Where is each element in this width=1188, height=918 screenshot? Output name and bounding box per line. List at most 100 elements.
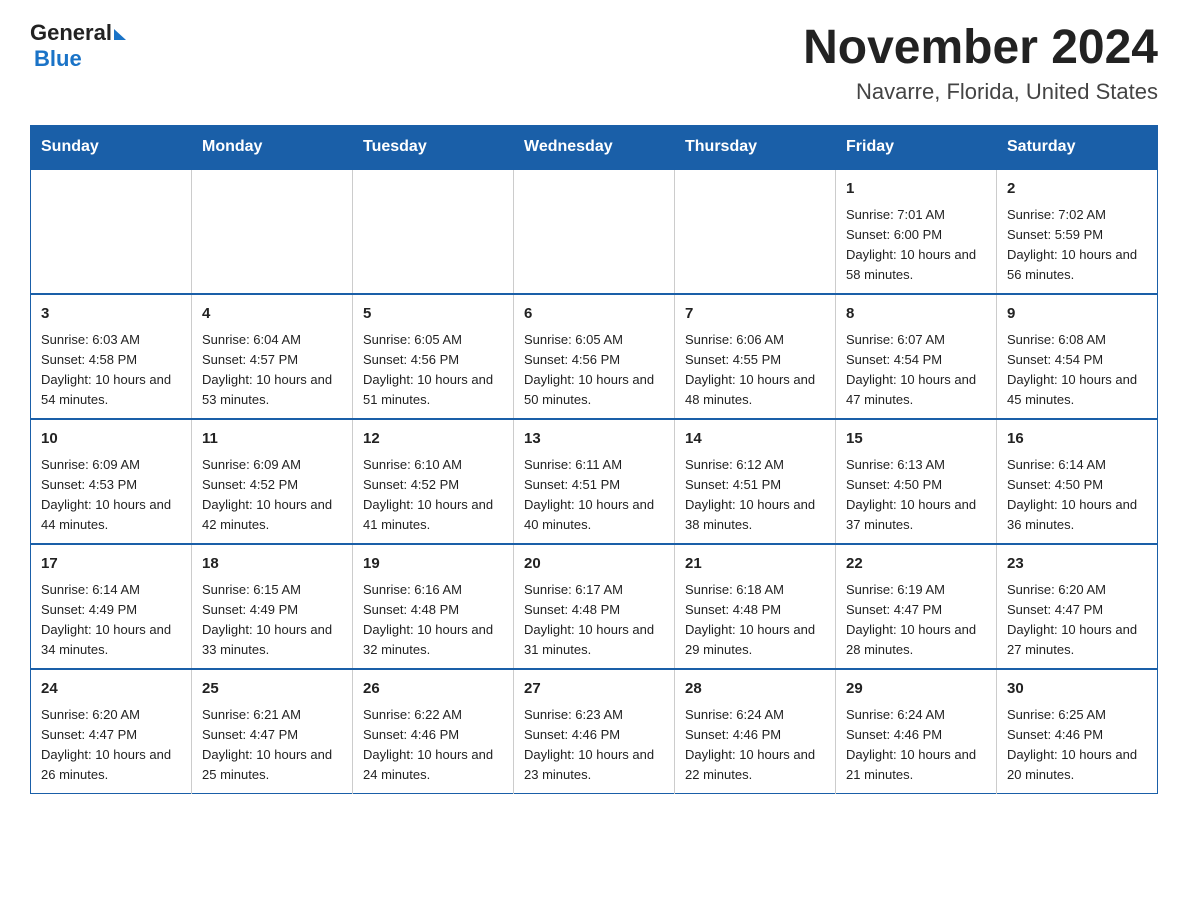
day-info: Sunrise: 6:04 AMSunset: 4:57 PMDaylight:… [202, 330, 342, 411]
calendar-cell: 10 Sunrise: 6:09 AMSunset: 4:53 PMDayligh… [31, 419, 192, 544]
day-number: 22 [846, 553, 986, 576]
calendar-cell: 26 Sunrise: 6:22 AMSunset: 4:46 PMDayligh… [353, 669, 514, 794]
day-info: Sunrise: 6:08 AMSunset: 4:54 PMDaylight:… [1007, 330, 1147, 411]
calendar-cell: 14Sunrise: 6:12 AMSunset: 4:51 PMDayligh… [675, 419, 836, 544]
calendar-cell: 24 Sunrise: 6:20 AMSunset: 4:47 PMDayligh… [31, 669, 192, 794]
header-tuesday: Tuesday [353, 126, 514, 170]
day-number: 16 [1007, 428, 1147, 451]
calendar-week-4: 17Sunrise: 6:14 AMSunset: 4:49 PMDayligh… [31, 544, 1158, 669]
calendar-cell: 6Sunrise: 6:05 AMSunset: 4:56 PMDaylight… [514, 294, 675, 419]
day-info: Sunrise: 6:14 AMSunset: 4:50 PMDaylight:… [1007, 455, 1147, 536]
day-number: 1 [846, 178, 986, 201]
calendar-cell: 20 Sunrise: 6:17 AMSunset: 4:48 PMDayligh… [514, 544, 675, 669]
day-number: 25 [202, 678, 342, 701]
day-info: Sunrise: 6:24 AMSunset: 4:46 PMDaylight:… [685, 705, 825, 786]
day-info: Sunrise: 6:16 AMSunset: 4:48 PMDaylight:… [363, 580, 503, 661]
day-info: Sunrise: 6:11 AMSunset: 4:51 PMDaylight:… [524, 455, 664, 536]
day-info: Sunrise: 6:10 AMSunset: 4:52 PMDaylight:… [363, 455, 503, 536]
header-wednesday: Wednesday [514, 126, 675, 170]
day-number: 27 [524, 678, 664, 701]
day-number: 18 [202, 553, 342, 576]
day-number: 11 [202, 428, 342, 451]
calendar-cell: 12 Sunrise: 6:10 AMSunset: 4:52 PMDayligh… [353, 419, 514, 544]
day-number: 20 [524, 553, 664, 576]
day-number: 15 [846, 428, 986, 451]
logo: General Blue [30, 20, 126, 72]
calendar-cell: 2 Sunrise: 7:02 AMSunset: 5:59 PMDaylight… [997, 169, 1158, 294]
day-info: Sunrise: 6:22 AMSunset: 4:46 PMDaylight:… [363, 705, 503, 786]
day-number: 12 [363, 428, 503, 451]
calendar-cell [675, 169, 836, 294]
day-number: 10 [41, 428, 181, 451]
day-info: Sunrise: 6:09 AMSunset: 4:53 PMDaylight:… [41, 455, 181, 536]
calendar-week-3: 10 Sunrise: 6:09 AMSunset: 4:53 PMDayligh… [31, 419, 1158, 544]
day-info: Sunrise: 6:05 AMSunset: 4:56 PMDaylight:… [363, 330, 503, 411]
day-number: 9 [1007, 303, 1147, 326]
day-info: Sunrise: 6:05 AMSunset: 4:56 PMDaylight:… [524, 330, 664, 411]
calendar-cell [514, 169, 675, 294]
day-number: 24 [41, 678, 181, 701]
day-info: Sunrise: 6:17 AMSunset: 4:48 PMDaylight:… [524, 580, 664, 661]
calendar-cell [31, 169, 192, 294]
day-info: Sunrise: 7:02 AMSunset: 5:59 PMDaylight:… [1007, 205, 1147, 286]
logo-blue-text: Blue [34, 46, 82, 71]
calendar-cell: 16 Sunrise: 6:14 AMSunset: 4:50 PMDayligh… [997, 419, 1158, 544]
header-thursday: Thursday [675, 126, 836, 170]
day-info: Sunrise: 6:14 AMSunset: 4:49 PMDaylight:… [41, 580, 181, 661]
day-number: 19 [363, 553, 503, 576]
calendar-cell: 29Sunrise: 6:24 AMSunset: 4:46 PMDayligh… [836, 669, 997, 794]
calendar-cell: 23 Sunrise: 6:20 AMSunset: 4:47 PMDayligh… [997, 544, 1158, 669]
calendar-cell: 30 Sunrise: 6:25 AMSunset: 4:46 PMDayligh… [997, 669, 1158, 794]
day-number: 4 [202, 303, 342, 326]
calendar-cell: 21Sunrise: 6:18 AMSunset: 4:48 PMDayligh… [675, 544, 836, 669]
calendar-cell: 3 Sunrise: 6:03 AMSunset: 4:58 PMDaylight… [31, 294, 192, 419]
calendar-cell: 11 Sunrise: 6:09 AMSunset: 4:52 PMDayligh… [192, 419, 353, 544]
header-friday: Friday [836, 126, 997, 170]
day-number: 8 [846, 303, 986, 326]
day-number: 5 [363, 303, 503, 326]
day-number: 7 [685, 303, 825, 326]
day-info: Sunrise: 6:07 AMSunset: 4:54 PMDaylight:… [846, 330, 986, 411]
day-info: Sunrise: 6:25 AMSunset: 4:46 PMDaylight:… [1007, 705, 1147, 786]
calendar-cell: 18 Sunrise: 6:15 AMSunset: 4:49 PMDayligh… [192, 544, 353, 669]
day-number: 21 [685, 553, 825, 576]
day-info: Sunrise: 6:12 AMSunset: 4:51 PMDaylight:… [685, 455, 825, 536]
calendar-cell: 13 Sunrise: 6:11 AMSunset: 4:51 PMDayligh… [514, 419, 675, 544]
day-info: Sunrise: 7:01 AMSunset: 6:00 PMDaylight:… [846, 205, 986, 286]
day-number: 23 [1007, 553, 1147, 576]
day-info: Sunrise: 6:19 AMSunset: 4:47 PMDaylight:… [846, 580, 986, 661]
day-info: Sunrise: 6:15 AMSunset: 4:49 PMDaylight:… [202, 580, 342, 661]
calendar-week-5: 24 Sunrise: 6:20 AMSunset: 4:47 PMDayligh… [31, 669, 1158, 794]
day-number: 13 [524, 428, 664, 451]
day-info: Sunrise: 6:20 AMSunset: 4:47 PMDaylight:… [1007, 580, 1147, 661]
day-number: 26 [363, 678, 503, 701]
calendar-cell: 4 Sunrise: 6:04 AMSunset: 4:57 PMDaylight… [192, 294, 353, 419]
calendar-cell: 9 Sunrise: 6:08 AMSunset: 4:54 PMDaylight… [997, 294, 1158, 419]
day-number: 2 [1007, 178, 1147, 201]
calendar-cell [353, 169, 514, 294]
calendar-table: Sunday Monday Tuesday Wednesday Thursday… [30, 125, 1158, 794]
title-block: November 2024 Navarre, Florida, United S… [803, 20, 1158, 105]
calendar-cell [192, 169, 353, 294]
calendar-cell: 8 Sunrise: 6:07 AMSunset: 4:54 PMDaylight… [836, 294, 997, 419]
day-info: Sunrise: 6:09 AMSunset: 4:52 PMDaylight:… [202, 455, 342, 536]
day-info: Sunrise: 6:06 AMSunset: 4:55 PMDaylight:… [685, 330, 825, 411]
day-info: Sunrise: 6:20 AMSunset: 4:47 PMDaylight:… [41, 705, 181, 786]
calendar-cell: 27 Sunrise: 6:23 AMSunset: 4:46 PMDayligh… [514, 669, 675, 794]
header-monday: Monday [192, 126, 353, 170]
day-number: 3 [41, 303, 181, 326]
day-number: 29 [846, 678, 986, 701]
calendar-cell: 7 Sunrise: 6:06 AMSunset: 4:55 PMDaylight… [675, 294, 836, 419]
day-info: Sunrise: 6:03 AMSunset: 4:58 PMDaylight:… [41, 330, 181, 411]
header-saturday: Saturday [997, 126, 1158, 170]
calendar-cell: 19 Sunrise: 6:16 AMSunset: 4:48 PMDayligh… [353, 544, 514, 669]
day-info: Sunrise: 6:23 AMSunset: 4:46 PMDaylight:… [524, 705, 664, 786]
calendar-cell: 28Sunrise: 6:24 AMSunset: 4:46 PMDayligh… [675, 669, 836, 794]
calendar-cell: 15 Sunrise: 6:13 AMSunset: 4:50 PMDayligh… [836, 419, 997, 544]
day-info: Sunrise: 6:13 AMSunset: 4:50 PMDaylight:… [846, 455, 986, 536]
logo-general-text: General [30, 20, 112, 46]
calendar-title: November 2024 [803, 20, 1158, 75]
calendar-cell: 17Sunrise: 6:14 AMSunset: 4:49 PMDayligh… [31, 544, 192, 669]
day-number: 30 [1007, 678, 1147, 701]
page-header: General Blue November 2024 Navarre, Flor… [30, 20, 1158, 105]
